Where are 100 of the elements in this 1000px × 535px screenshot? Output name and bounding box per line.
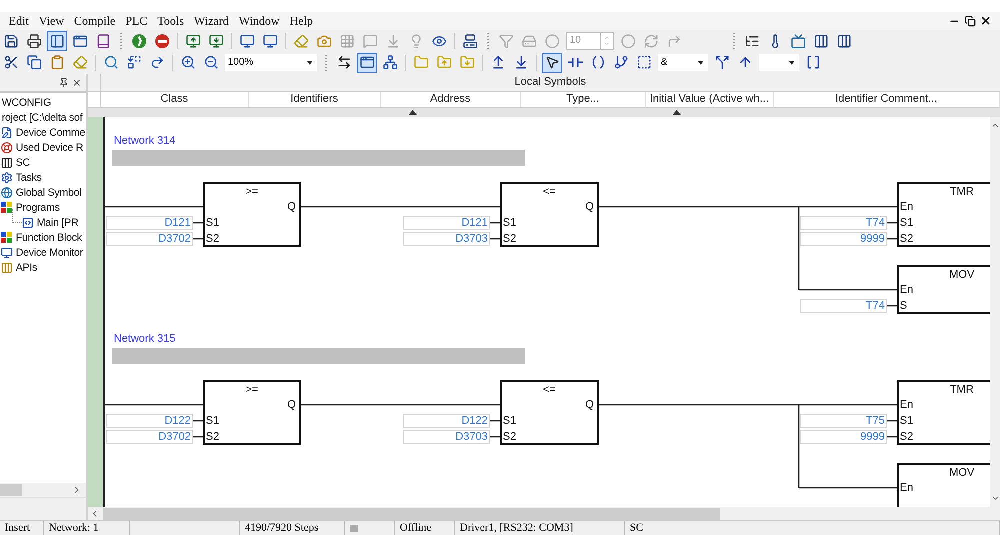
column-header[interactable]: Initial Value (Active wh... (646, 92, 774, 108)
eraser-icon (294, 34, 308, 49)
menu-item[interactable]: Edit (4, 14, 34, 29)
window-icon (360, 55, 374, 70)
tree-item[interactable]: Device Monitor (16, 246, 84, 259)
circle-icon (544, 34, 560, 49)
operand-field[interactable]: D3702 (106, 430, 193, 444)
up-icon (604, 35, 610, 42)
network-title: Network 315 (114, 333, 176, 346)
operand-field[interactable]: T75 (800, 414, 887, 428)
block-name: <= (542, 186, 557, 198)
columns-icon (814, 34, 828, 49)
function-block[interactable]: <= Q S1 S2 (500, 380, 599, 446)
operand-field[interactable]: D122 (403, 414, 490, 428)
menu-item[interactable]: Window (234, 14, 285, 29)
goto-icon (150, 55, 164, 70)
wire (193, 420, 203, 422)
function-block[interactable]: <= Q S1 S2 (500, 182, 599, 248)
operand-field[interactable]: D3703 (403, 232, 490, 246)
stop-icon (154, 34, 170, 49)
tree-item[interactable]: Tasks (16, 172, 42, 184)
columns-icon (836, 34, 852, 49)
collapse-arrow-icon[interactable] (673, 110, 681, 116)
close-icon[interactable] (72, 78, 82, 88)
panel-layout-icon (50, 34, 64, 49)
collapse-arrow-icon[interactable] (409, 110, 417, 116)
insert-below-icon (514, 55, 528, 70)
operand-field[interactable]: D3702 (106, 232, 193, 246)
scrollbar-thumb[interactable] (103, 508, 720, 520)
column-header[interactable]: Identifiers (249, 92, 381, 108)
operand-field[interactable]: D122 (106, 414, 193, 428)
menu-item[interactable]: Tools (152, 14, 190, 29)
go-icon (132, 34, 146, 49)
tree-item[interactable]: Global Symbol (16, 186, 82, 199)
menu-item[interactable]: Help (284, 14, 318, 29)
operand-field[interactable]: T74 (800, 299, 887, 314)
split-icon (714, 55, 730, 70)
caret-icon (698, 60, 704, 65)
tree-item[interactable]: Used Device R (16, 142, 84, 154)
pin-label: S (900, 300, 908, 312)
paste-icon (50, 55, 64, 70)
operand-field[interactable]: T74 (800, 216, 887, 230)
tree-item[interactable]: Function Block (16, 232, 82, 244)
bracket-icon (806, 55, 820, 70)
function-block[interactable]: >= Q S1 S2 (203, 182, 301, 248)
column-header[interactable]: Address (381, 92, 521, 108)
block-name: MOV (948, 467, 976, 480)
tree-item[interactable]: Device Comme (16, 126, 86, 139)
function-block[interactable]: MOV En S (897, 265, 990, 314)
operand-field[interactable]: 9999 (800, 430, 887, 444)
drive-icon (522, 34, 536, 49)
blocks-icon (1, 232, 13, 244)
column-header[interactable]: Type... (521, 92, 646, 108)
monitor-icon (1, 246, 13, 259)
toolbar-button[interactable] (357, 52, 377, 73)
wire (490, 222, 500, 224)
function-block[interactable]: TMR En S1 S2 (897, 182, 990, 248)
tree-item[interactable]: Programs (16, 202, 60, 214)
menu-item[interactable]: PLC (120, 14, 153, 29)
tree-item[interactable]: SC (16, 156, 30, 169)
dropdown[interactable]: 100% (225, 54, 317, 72)
operand-field[interactable]: 9999 (800, 232, 887, 246)
operand-field[interactable]: D121 (106, 216, 193, 230)
filter-icon (498, 34, 514, 49)
tree-item[interactable]: roject [C:\delta sof (2, 112, 83, 124)
globe-icon (1, 186, 13, 199)
pin-label: Q (287, 201, 296, 214)
eraser-icon (72, 55, 88, 70)
toolbar-button[interactable] (47, 31, 67, 52)
tree-item[interactable]: APIs (16, 262, 38, 274)
function-block[interactable]: MOV En (897, 463, 990, 508)
book-icon (96, 34, 110, 49)
wire (490, 238, 500, 240)
block-name: TMR (949, 186, 975, 198)
cut-icon (4, 55, 18, 70)
code-square-icon (22, 216, 34, 229)
menu-item[interactable]: Wizard (189, 14, 234, 29)
function-block[interactable]: TMR En S1 S2 (897, 380, 990, 446)
eye-icon (432, 34, 446, 49)
column-header[interactable]: Class (101, 92, 249, 108)
operand-field[interactable]: D3703 (403, 430, 490, 444)
print-icon (26, 34, 42, 49)
block-name: MOV (948, 269, 976, 282)
function-block[interactable]: >= Q S1 S2 (203, 380, 301, 446)
scrollbar-thumb[interactable] (0, 484, 22, 496)
tree-item[interactable]: WCONFIG (2, 96, 52, 109)
menu-item[interactable]: Compile (69, 14, 121, 29)
operand-field[interactable]: D121 (403, 216, 490, 230)
replace-icon (126, 55, 142, 70)
menu-item[interactable]: View (34, 14, 70, 29)
network-title: Network 314 (114, 135, 176, 148)
screen-icon (790, 34, 806, 49)
pin-label: S2 (900, 431, 914, 444)
pin-icon[interactable] (59, 78, 69, 88)
wire (193, 436, 203, 438)
toolbar-button[interactable] (542, 52, 562, 73)
dropdown[interactable]: & (658, 54, 708, 72)
column-header[interactable]: Identifier Comment... (774, 92, 1000, 108)
monitor-upload-icon (186, 34, 200, 49)
tree-item[interactable]: Main [PR (37, 216, 79, 229)
